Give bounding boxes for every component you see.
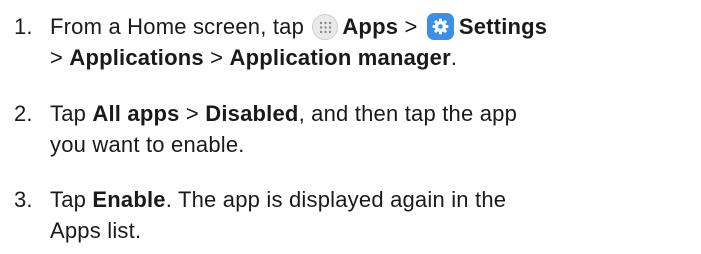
step-body: Tap Enable. The app is displayed again i…	[50, 184, 690, 246]
step-text: Apps list.	[50, 218, 142, 243]
settings-label: Settings	[458, 14, 548, 39]
step-text: Tap	[50, 187, 87, 212]
apps-grid-icon	[312, 14, 339, 40]
all-apps-label: All apps	[92, 101, 180, 126]
separator: >	[185, 101, 199, 126]
gear-icon	[426, 13, 454, 40]
step-number: 3.	[14, 187, 33, 212]
step-number: 2.	[14, 101, 33, 126]
apps-label: Apps	[342, 14, 399, 39]
step-text: . The app is displayed again in the	[165, 187, 507, 212]
step-text: Tap	[50, 101, 87, 126]
application-manager-label: Application manager	[229, 45, 451, 70]
step-body: Tap All apps > Disabled, and then tap th…	[50, 98, 690, 160]
step-text: , and then tap the app	[298, 101, 518, 126]
separator: >	[210, 45, 224, 70]
step-text: From a Home screen, tap	[50, 14, 305, 39]
step-number: 1.	[14, 14, 33, 39]
step-body: From a Home screen, tap Apps > Settings …	[50, 11, 690, 73]
enable-label: Enable	[92, 187, 166, 212]
disabled-label: Disabled	[205, 101, 299, 126]
separator: >	[50, 45, 64, 70]
separator: >	[404, 14, 418, 39]
applications-label: Applications	[69, 45, 204, 70]
period: .	[450, 45, 458, 70]
step-text: you want to enable.	[50, 132, 245, 157]
